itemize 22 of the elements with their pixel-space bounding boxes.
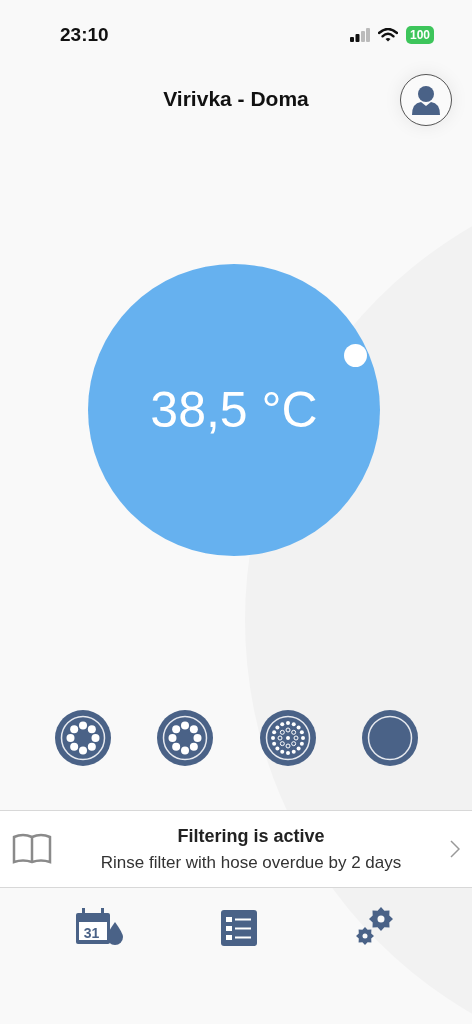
book-icon [12,833,52,865]
wifi-icon [377,28,398,42]
calendar-day: 31 [83,925,100,941]
signal-icon [349,28,370,42]
mode-button[interactable] [259,710,316,766]
list-icon [221,910,258,946]
chevron-right-icon [450,840,460,858]
page-title: Virivka - Doma [163,87,309,111]
mode-button[interactable] [157,710,214,766]
profile-button[interactable] [400,74,452,126]
schedule-tab[interactable]: 31 [73,906,124,946]
battery-indicator: 100 [405,26,434,44]
notice-title: Filtering is active [177,825,325,847]
dial-handle[interactable] [344,344,367,367]
user-icon [412,85,440,115]
mode-button[interactable] [362,710,418,766]
temperature-reading: 38,5 °C [150,381,318,439]
mode-button[interactable] [55,710,111,766]
calendar-drop-icon [73,908,124,946]
status-time: 23:10 [60,24,109,46]
notice-banner[interactable]: Filtering is active Rinse filter with hose overdue by 2 days [0,810,472,888]
notice-message: Rinse filter with hose overdue by 2 days [100,852,402,873]
